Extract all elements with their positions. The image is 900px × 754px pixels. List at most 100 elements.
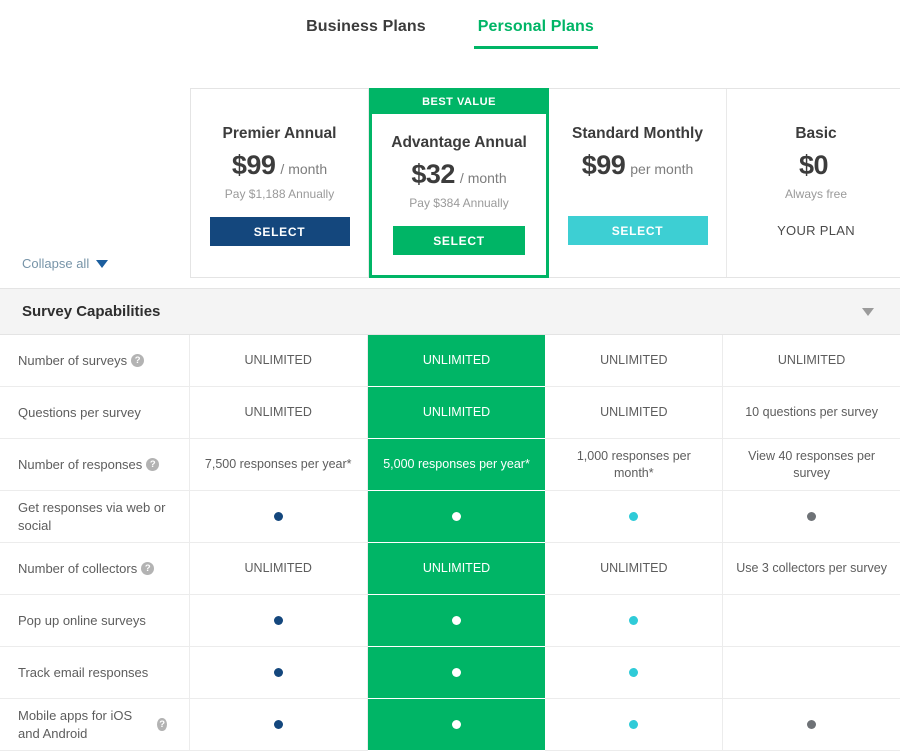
feature-value-cell <box>723 491 900 542</box>
feature-label: Pop up online surveys <box>18 612 146 628</box>
feature-value-cell: UNLIMITED <box>367 543 546 595</box>
plan-type-tabs: Business Plans Personal Plans <box>0 0 900 58</box>
section-header-survey-capabilities[interactable]: Survey Capabilities <box>0 288 900 335</box>
plan-price-line: $32 / month <box>411 159 506 190</box>
feature-value-cell <box>190 491 368 542</box>
feature-value-cell <box>367 595 546 647</box>
feature-value-cell: 7,500 responses per year* <box>190 439 368 490</box>
triangle-down-icon <box>96 259 109 268</box>
feature-value-cell <box>367 699 546 751</box>
feature-label-cell: Get responses via web or social <box>0 491 190 542</box>
plan-price: $99 <box>231 150 276 180</box>
plan-cards: Premier Annual $99 / month Pay $1,188 An… <box>190 88 900 278</box>
plan-card-advantage-annual[interactable]: BEST VALUE Advantage Annual $32 / month … <box>369 88 549 278</box>
table-row: Number of collectors? UNLIMITED UNLIMITED U… <box>0 543 900 595</box>
plan-name: Premier Annual <box>222 125 337 142</box>
table-row: Get responses via web or social <box>0 491 900 543</box>
feature-value: UNLIMITED <box>244 561 312 576</box>
feature-label-cell: Track email responses <box>0 647 190 698</box>
feature-value: 5,000 responses per year* <box>383 457 530 472</box>
plan-billing-note: Pay $1,188 Annually <box>224 187 335 201</box>
feature-value-cell <box>723 595 900 646</box>
feature-value-cell: UNLIMITED <box>545 543 724 594</box>
table-row: Number of surveys? UNLIMITED UNLIMITED UNLI… <box>0 335 900 387</box>
feature-value: UNLIMITED <box>600 405 668 420</box>
plan-name: Basic <box>795 125 837 142</box>
help-icon[interactable]: ? <box>131 354 145 367</box>
feature-value-cell: UNLIMITED <box>367 335 546 387</box>
feature-value-cell <box>545 699 724 750</box>
plan-price-unit: / month <box>459 170 507 186</box>
section-title: Survey Capabilities <box>22 303 161 320</box>
feature-value-cell: UNLIMITED <box>190 335 368 386</box>
plan-card-basic[interactable]: Basic $0 Always free YOUR PLAN <box>727 89 900 277</box>
feature-label: Get responses via web or social <box>18 499 166 533</box>
feature-label: Number of responses <box>18 456 143 472</box>
included-dot-icon <box>273 512 283 521</box>
feature-value-cell: UNLIMITED <box>545 387 724 438</box>
plan-card-premier-annual[interactable]: Premier Annual $99 / month Pay $1,188 An… <box>191 89 369 277</box>
included-dot-icon <box>273 720 283 729</box>
included-dot-icon <box>629 616 639 625</box>
feature-value: UNLIMITED <box>422 353 491 368</box>
included-dot-icon <box>452 720 461 729</box>
feature-value-cell <box>545 595 724 646</box>
plan-price-line: $99 per month <box>582 150 694 181</box>
select-button-standard-monthly[interactable]: SELECT <box>567 216 708 245</box>
feature-value-cell: View 40 responses per survey <box>723 439 900 490</box>
feature-value: Use 3 collectors per survey <box>736 561 887 576</box>
tab-business-plans[interactable]: Business Plans <box>306 18 426 49</box>
feature-label-cell: Number of responses? <box>0 439 190 490</box>
included-dot-icon <box>629 720 639 729</box>
plan-price-unit: / month <box>280 161 328 177</box>
feature-value-cell: UNLIMITED <box>190 387 368 438</box>
table-row: Number of responses? 7,500 responses per … <box>0 439 900 491</box>
feature-value-cell <box>723 699 900 750</box>
feature-label: Track email responses <box>18 664 149 680</box>
help-icon[interactable]: ? <box>146 458 160 471</box>
feature-label-cell: Pop up online surveys <box>0 595 190 646</box>
best-value-badge: BEST VALUE <box>372 91 546 114</box>
feature-value: UNLIMITED <box>777 353 846 368</box>
collapse-all-control[interactable]: Collapse all <box>22 256 109 271</box>
select-button-advantage-annual[interactable]: SELECT <box>393 226 525 255</box>
feature-value: 1,000 responses per month* <box>576 448 691 480</box>
triangle-down-icon[interactable] <box>862 307 874 316</box>
feature-value-cell: Use 3 collectors per survey <box>723 543 900 594</box>
select-button-premier-annual[interactable]: SELECT <box>209 217 350 246</box>
feature-value: 10 questions per survey <box>745 405 878 420</box>
feature-value-cell: UNLIMITED <box>545 335 724 386</box>
feature-value: View 40 responses per survey <box>748 448 876 480</box>
included-dot-icon <box>452 512 461 521</box>
plan-card-standard-monthly[interactable]: Standard Monthly $99 per month SELECT <box>549 89 727 277</box>
feature-value-cell <box>367 647 546 699</box>
feature-value: UNLIMITED <box>244 353 312 368</box>
table-row: Questions per survey UNLIMITED UNLIMITED UN… <box>0 387 900 439</box>
feature-value-cell <box>545 647 724 698</box>
feature-value: UNLIMITED <box>244 405 312 420</box>
feature-value: UNLIMITED <box>600 353 668 368</box>
help-icon[interactable]: ? <box>141 562 155 575</box>
plan-price-unit: per month <box>630 161 694 177</box>
feature-label: Number of surveys <box>18 352 128 368</box>
included-dot-icon <box>629 512 639 521</box>
feature-label-cell: Number of collectors? <box>0 543 190 594</box>
feature-value-cell <box>723 647 900 698</box>
included-dot-icon <box>807 512 817 521</box>
feature-label: Number of collectors <box>18 560 138 576</box>
plan-price: $32 <box>411 159 455 189</box>
plan-billing-note: Always free <box>784 187 848 201</box>
table-row: Track email responses <box>0 647 900 699</box>
help-icon[interactable]: ? <box>157 718 167 731</box>
tab-personal-plans[interactable]: Personal Plans <box>473 18 599 49</box>
feature-value-cell <box>545 491 724 542</box>
feature-value-cell: UNLIMITED <box>723 335 900 386</box>
plan-price: $99 <box>581 150 626 180</box>
feature-value-cell: UNLIMITED <box>367 387 546 439</box>
table-row: Mobile apps for iOS and Android? <box>0 699 900 751</box>
plans-region: Collapse all Premier Annual $99 / month … <box>0 88 900 288</box>
feature-value-cell <box>190 595 368 646</box>
plan-price: $0 <box>798 150 829 180</box>
feature-label-cell: Questions per survey <box>0 387 190 438</box>
feature-value-cell <box>190 699 368 750</box>
